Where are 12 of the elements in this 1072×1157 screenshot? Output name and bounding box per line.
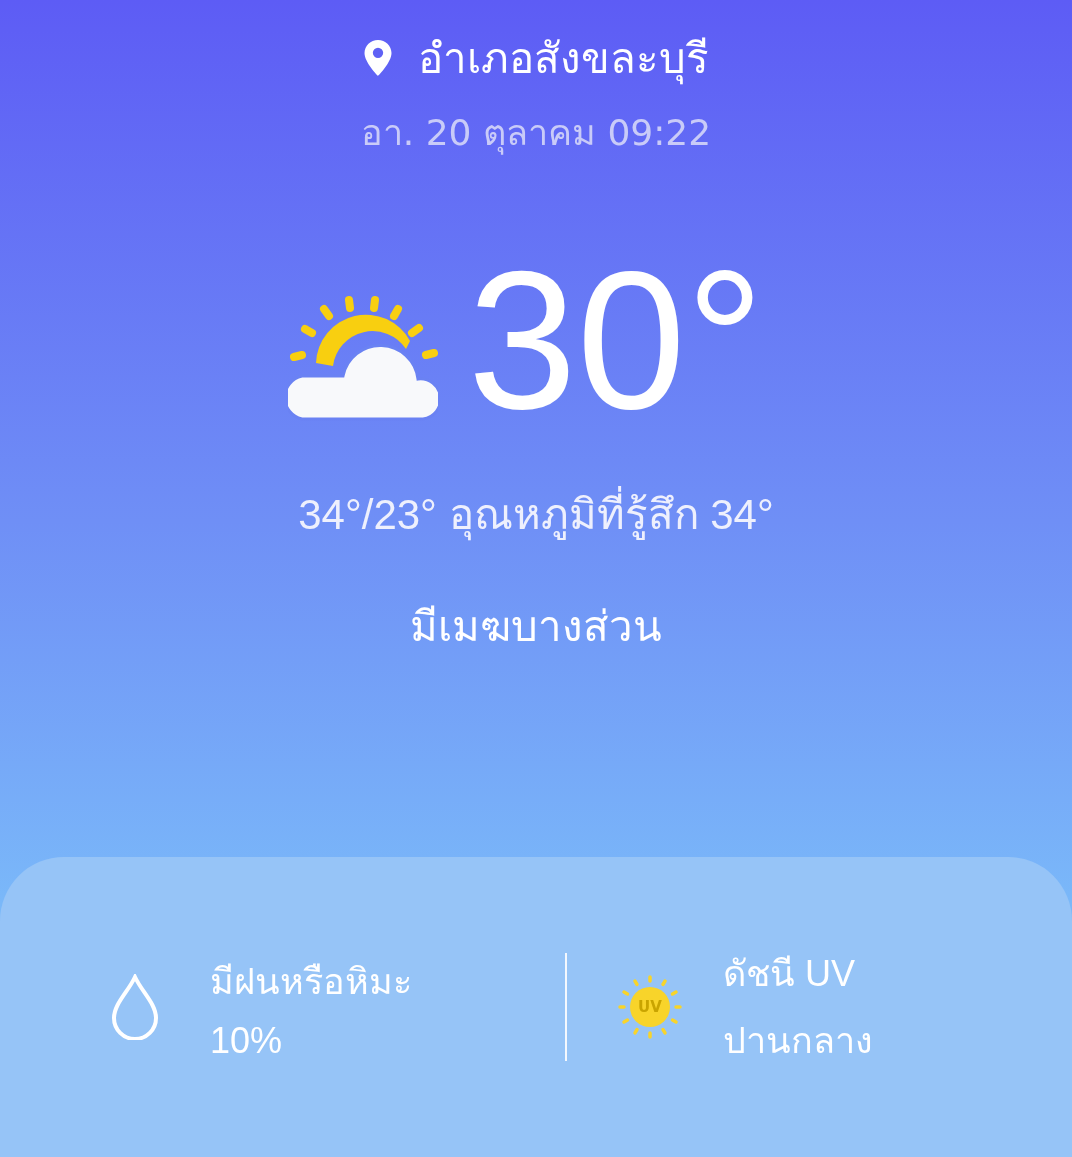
- detail-label: ดัชนี UV: [723, 952, 856, 996]
- detail-value: 10%: [210, 1019, 284, 1062]
- current-temperature: 30°: [467, 241, 765, 441]
- sun-icon: [617, 974, 683, 1040]
- location-pin-icon: [363, 40, 392, 76]
- location-name: อำเภอสังขละบุรี: [417, 33, 709, 87]
- high-low-feels-like: 34°/23° อุณหภูมิที่รู้สึก 34°: [298, 481, 774, 547]
- detail-label: มีฝนหรือหิมะ: [210, 959, 412, 1004]
- detail-value: ปานกลาง: [723, 1019, 873, 1063]
- updated-time: อา. 20 ตุลาคม 09:22: [360, 111, 712, 157]
- raindrop-icon: [110, 974, 160, 1040]
- weather-condition: มีเมฆบางส่วน: [410, 601, 662, 653]
